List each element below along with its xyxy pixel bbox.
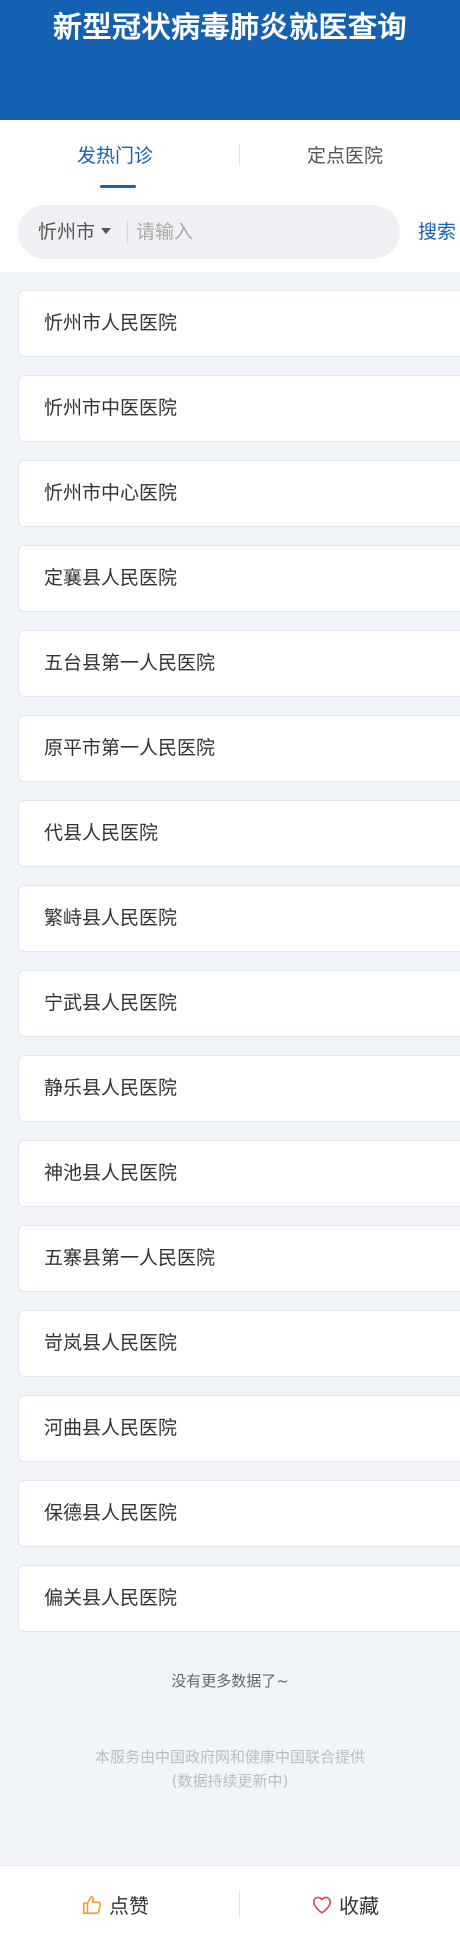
search-box: 忻州市 [18, 205, 400, 259]
like-label: 点赞 [109, 1894, 149, 1918]
hospital-item[interactable]: 偏关县人民医院 [18, 1565, 460, 1632]
hospital-item[interactable]: 岢岚县人民医院 [18, 1310, 460, 1377]
provider-line: 本服务由中国政府网和健康中国联合提供 [94, 1748, 365, 1766]
update-note: (数据持续更新中) [171, 1772, 289, 1790]
caret-down-icon [101, 227, 112, 234]
hospital-item[interactable]: 宁武县人民医院 [18, 970, 460, 1037]
hospital-item[interactable]: 保德县人民医院 [18, 1480, 460, 1547]
hospital-item[interactable]: 静乐县人民医院 [18, 1055, 460, 1122]
hospital-item[interactable]: 五寨县第一人民医院 [18, 1225, 460, 1292]
favorite-button[interactable]: 收藏 [230, 1866, 460, 1934]
hospital-item[interactable]: 代县人民医院 [18, 800, 460, 867]
like-button[interactable]: 点赞 [0, 1866, 230, 1934]
hospital-item[interactable]: 忻州市中医医院 [18, 375, 460, 442]
search-area: 忻州市 搜索 [0, 192, 460, 272]
hospital-item[interactable]: 忻州市人民医院 [18, 290, 460, 357]
hospital-item[interactable]: 忻州市中心医院 [18, 460, 460, 527]
no-more-data-text: 没有更多数据了~ [171, 1672, 289, 1690]
tab-fever-clinic[interactable]: 发热门诊 [0, 120, 230, 192]
city-select-label: 忻州市 [38, 221, 96, 243]
page-title: 新型冠状病毒肺炎就医查询 [52, 10, 407, 44]
city-select[interactable]: 忻州市 [38, 205, 112, 259]
hospital-item[interactable]: 原平市第一人民医院 [18, 715, 460, 782]
search-input[interactable] [136, 213, 386, 251]
tab-designated-hospital[interactable]: 定点医院 [230, 120, 460, 192]
page-header: 新型冠状病毒肺炎就医查询 [0, 0, 460, 120]
active-tab-indicator [100, 185, 136, 188]
tab-bar: 发热门诊 定点医院 [0, 120, 460, 192]
hospital-item[interactable]: 神池县人民医院 [18, 1140, 460, 1207]
hospital-item[interactable]: 五台县第一人民医院 [18, 630, 460, 697]
thumbs-up-icon [82, 1895, 102, 1914]
hospital-item[interactable]: 河曲县人民医院 [18, 1395, 460, 1462]
search-button[interactable]: 搜索 [418, 218, 456, 246]
provider-note: 本服务由中国政府网和健康中国联合提供 (数据持续更新中) [0, 1745, 460, 1793]
favorite-label: 收藏 [339, 1894, 379, 1918]
hospital-item[interactable]: 定襄县人民医院 [18, 545, 460, 612]
hospital-list: 忻州市人民医院 忻州市中医医院 忻州市中心医院 定襄县人民医院 五台县第一人民医… [18, 290, 460, 1650]
bottom-bar: 点赞 收藏 [0, 1865, 460, 1934]
search-divider [127, 221, 128, 243]
heart-icon [312, 1896, 332, 1914]
hospital-item[interactable]: 繁峙县人民医院 [18, 885, 460, 952]
